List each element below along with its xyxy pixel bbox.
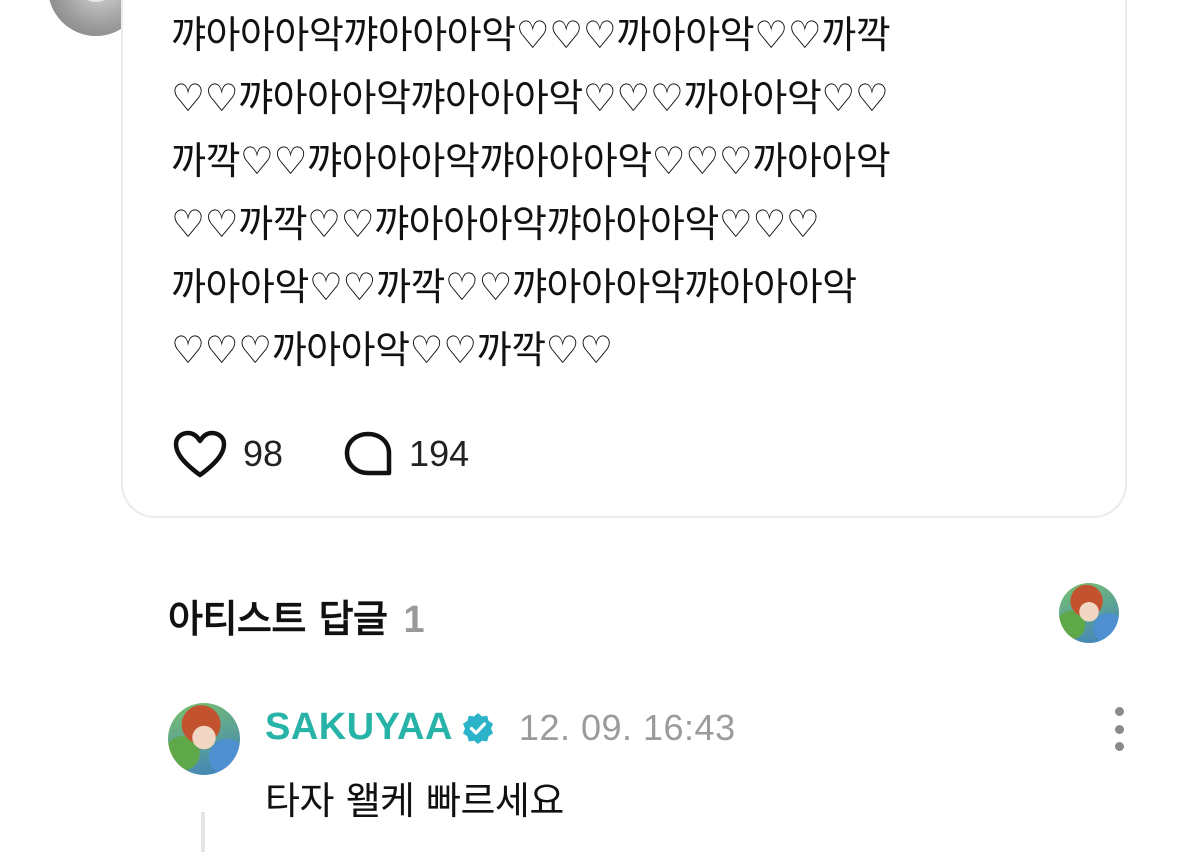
artist-replies-title: 아티스트 답글 <box>168 597 388 641</box>
comment-timestamp: 12. 09. 16:43 <box>518 706 736 748</box>
artist-avatar[interactable] <box>1059 583 1119 643</box>
post-detail-screen: 꺄아아아악꺄아아아악♡♡♡까아아악♡♡까깍 ♡♡꺄아아아악꺄아아아악♡♡♡까아아… <box>0 0 1179 852</box>
like-button[interactable]: 98 <box>173 430 283 478</box>
comment-header: SAKUYAA 12. 09. 16:43 <box>265 706 736 749</box>
post-card: 꺄아아아악꺄아아아악♡♡♡까아아악♡♡까깍 ♡♡꺄아아아악꺄아아아악♡♡♡까아아… <box>121 0 1127 518</box>
avatar-face <box>78 0 114 2</box>
artist-replies-header: 아티스트 답글 1 <box>168 588 425 643</box>
speech-bubble-icon <box>344 431 392 476</box>
comment-author-name[interactable]: SAKUYAA <box>265 706 453 749</box>
comment-button[interactable]: 194 <box>343 430 469 478</box>
more-vertical-icon-dot <box>1114 724 1124 734</box>
more-vertical-icon-dot <box>1114 742 1124 751</box>
reply-thread-line <box>201 812 205 852</box>
artist-replies-count: 1 <box>403 599 425 641</box>
heart-outline-icon <box>173 430 227 478</box>
comment-text: 타자 왤케 빠르세요 <box>265 779 564 823</box>
comment-author-avatar[interactable] <box>168 703 240 775</box>
post-body-text: 꺄아아아악꺄아아아악♡♡♡까아아악♡♡까깍 ♡♡꺄아아아악꺄아아아악♡♡♡까아아… <box>171 13 891 372</box>
verified-badge-icon <box>462 712 493 744</box>
like-count: 98 <box>243 433 284 474</box>
more-options-button[interactable] <box>1106 707 1132 751</box>
post-actions: 98 194 <box>173 430 469 478</box>
more-vertical-icon-dot <box>1114 707 1124 716</box>
comment-count: 194 <box>409 433 470 474</box>
